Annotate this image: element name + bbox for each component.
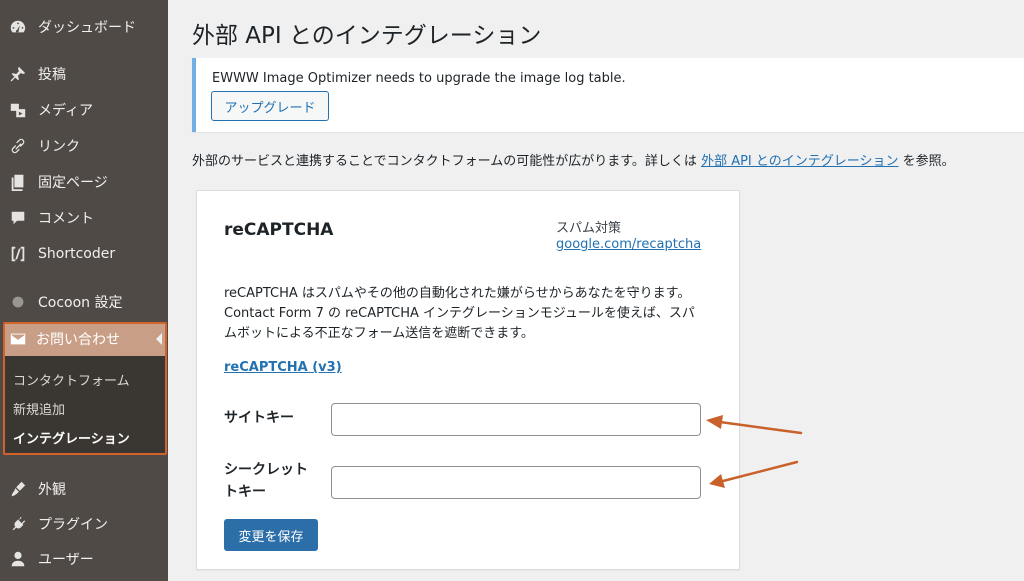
link-icon: [0, 137, 36, 155]
sidebar-item-dashboard[interactable]: ダッシュボード: [0, 9, 168, 45]
media-icon: [0, 101, 36, 119]
sidebar-item-links[interactable]: リンク: [0, 128, 168, 164]
intro-text-before: 外部のサービスと連携することでコンタクトフォームの可能性が広がります。詳しくは: [192, 154, 702, 169]
page-title: 外部 API とのインテグレーション: [192, 23, 542, 49]
recaptcha-card: reCAPTCHA スパム対策 google.com/recaptcha reC…: [196, 190, 740, 570]
pin-icon: [0, 65, 36, 83]
sidebar-item-label: Shortcoder: [38, 246, 116, 262]
sidebar-item-label: Cocoon 設定: [38, 295, 123, 311]
upgrade-button[interactable]: アップグレード: [211, 91, 329, 121]
sidebar-item-posts[interactable]: 投稿: [0, 56, 168, 92]
sidebar-item-plugins[interactable]: プラグイン: [0, 506, 168, 542]
main-content: 外部 API とのインテグレーション EWWW Image Optimizer …: [168, 0, 1024, 581]
sidebar-item-label: 外観: [38, 482, 66, 498]
save-changes-button[interactable]: 変更を保存: [224, 519, 318, 551]
secret-key-label-line1: シークレット: [224, 462, 308, 478]
recaptcha-site-link[interactable]: google.com/recaptcha: [556, 237, 701, 252]
secret-key-input[interactable]: [331, 466, 701, 499]
intro-text-after: を参照。: [898, 154, 955, 169]
notice-text: EWWW Image Optimizer needs to upgrade th…: [212, 71, 626, 86]
plugin-icon: [0, 515, 36, 533]
sidebar-item-label: リンク: [38, 139, 80, 155]
dashboard-icon: [0, 18, 36, 36]
sidebar-item-appearance[interactable]: 外観: [0, 471, 168, 507]
sidebar-item-media[interactable]: メディア: [0, 92, 168, 128]
shortcode-icon: [0, 245, 36, 263]
sidebar-item-label: プラグイン: [38, 517, 108, 533]
site-key-input[interactable]: [331, 403, 701, 436]
secret-key-label-line2: トキー: [224, 484, 266, 500]
site-key-label: サイトキー: [224, 410, 294, 426]
appearance-icon: [0, 480, 36, 498]
recaptcha-v3-link[interactable]: reCAPTCHA (v3): [224, 360, 342, 375]
sidebar-item-users[interactable]: ユーザー: [0, 541, 168, 577]
cocoon-icon: [0, 293, 36, 311]
card-category: スパム対策: [556, 221, 622, 236]
sidebar-item-label: 固定ページ: [38, 175, 108, 191]
sidebar-item-label: コメント: [38, 211, 94, 227]
secret-key-label: シークレット トキー: [224, 459, 308, 503]
highlight-frame: [3, 322, 167, 455]
user-icon: [0, 550, 36, 568]
admin-sidebar: ダッシュボード 投稿 メディア リンク 固定ページ コメント Shortcode…: [0, 0, 168, 581]
sidebar-item-label: ダッシュボード: [38, 20, 136, 36]
sidebar-item-label: ユーザー: [38, 552, 94, 568]
sidebar-item-comments[interactable]: コメント: [0, 200, 168, 236]
card-title: reCAPTCHA: [224, 220, 334, 240]
sidebar-item-cocoon[interactable]: Cocoon 設定: [0, 284, 168, 320]
comment-icon: [0, 209, 36, 227]
sidebar-item-shortcoder[interactable]: Shortcoder: [0, 236, 168, 272]
sidebar-item-label: メディア: [38, 103, 94, 119]
intro-text: 外部のサービスと連携することでコンタクトフォームの可能性が広がります。詳しくは …: [192, 150, 955, 169]
admin-notice: EWWW Image Optimizer needs to upgrade th…: [192, 58, 1024, 132]
integration-docs-link[interactable]: 外部 API とのインテグレーション: [701, 154, 898, 169]
card-description: reCAPTCHA はスパムやその他の自動化された嫌がらせからあなたを守ります。…: [224, 286, 695, 341]
page-icon: [0, 173, 36, 191]
sidebar-item-label: 投稿: [38, 67, 66, 83]
sidebar-item-pages[interactable]: 固定ページ: [0, 164, 168, 200]
